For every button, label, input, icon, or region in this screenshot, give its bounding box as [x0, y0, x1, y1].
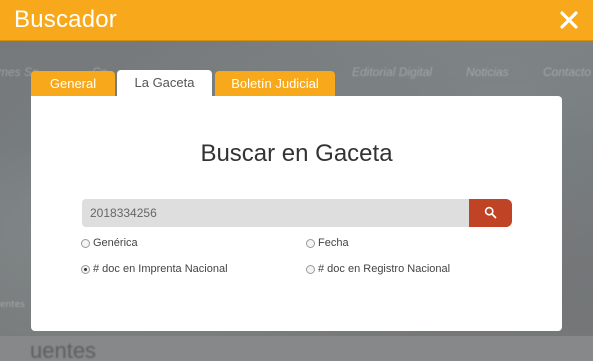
- search-input[interactable]: [82, 199, 470, 227]
- tab-boletin-judicial[interactable]: Boletín Judicial: [215, 71, 335, 97]
- background-heading: uentes: [30, 338, 97, 361]
- option-doc-imprenta[interactable]: # doc en Imprenta Nacional: [81, 262, 228, 276]
- panel-title: Buscar en Gaceta: [200, 140, 393, 167]
- modal-header: Buscador: [0, 0, 593, 41]
- option-generica[interactable]: Genérica: [81, 236, 138, 250]
- option-doc-registro[interactable]: # doc en Registro Nacional: [306, 262, 450, 276]
- tab-general[interactable]: General: [31, 71, 115, 97]
- radio-fecha[interactable]: [306, 238, 315, 248]
- option-doc-imprenta-label: # doc en Imprenta Nacional: [93, 263, 228, 275]
- option-doc-registro-label: # doc en Registro Nacional: [318, 263, 451, 275]
- background-nav-item: Contacto: [543, 65, 592, 79]
- background-nav-item: Noticias: [466, 65, 509, 79]
- radio-doc-registro[interactable]: [306, 264, 315, 274]
- background-nav-item: Editorial Digital: [352, 65, 433, 79]
- radio-doc-imprenta[interactable]: [81, 264, 90, 274]
- tab-la-gaceta[interactable]: La Gaceta: [117, 70, 212, 97]
- background-side-text: entes: [0, 300, 25, 310]
- close-button[interactable]: [557, 8, 581, 32]
- search-icon: [484, 206, 497, 219]
- radio-generica[interactable]: [81, 238, 90, 248]
- modal-title: Buscador: [14, 6, 117, 33]
- search-button[interactable]: [469, 199, 512, 227]
- option-fecha[interactable]: Fecha: [306, 236, 349, 250]
- option-fecha-label: Fecha: [318, 237, 349, 249]
- option-generica-label: Genérica: [93, 237, 138, 249]
- close-icon: [560, 11, 578, 29]
